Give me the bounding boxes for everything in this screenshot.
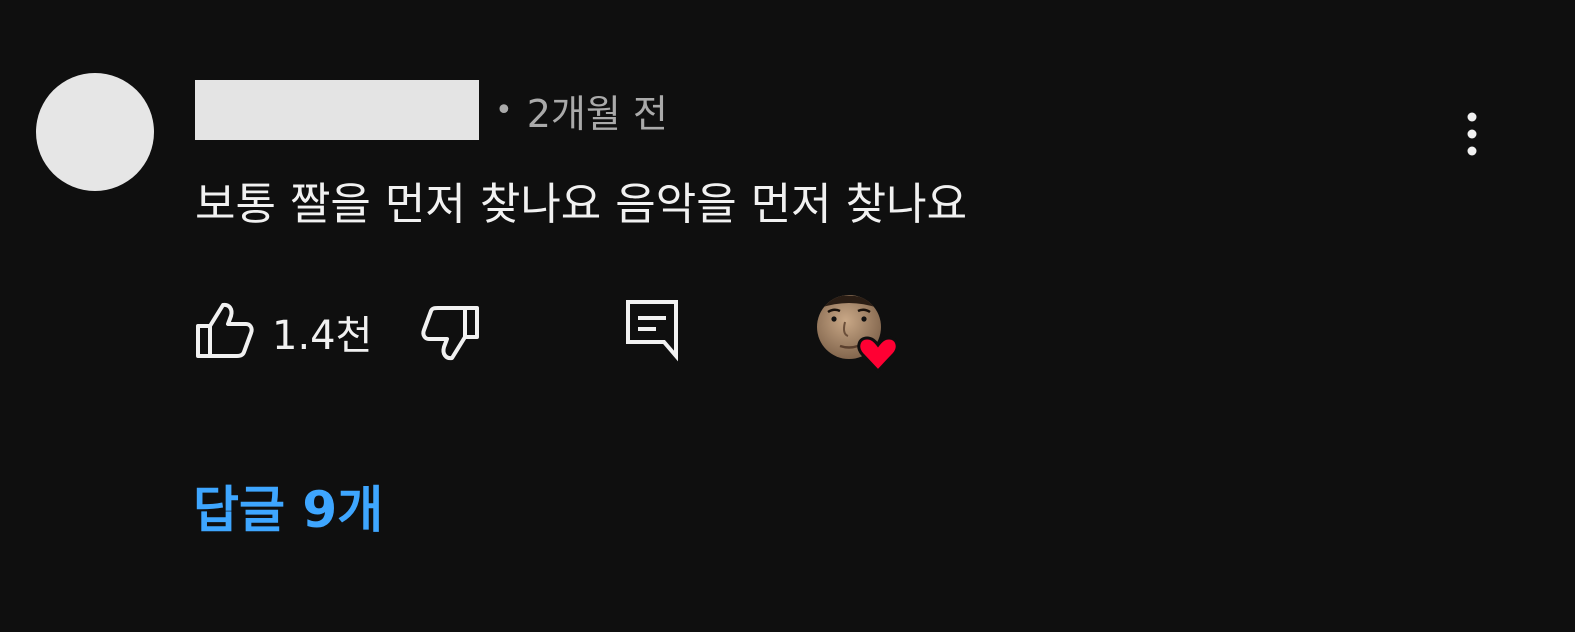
like-button[interactable] bbox=[193, 300, 255, 360]
thumbs-down-icon bbox=[421, 306, 479, 361]
view-replies-button[interactable]: 답글 9개 bbox=[193, 470, 383, 542]
comment-thread: • 2개월 전 보통 짤을 먼저 찾나요 음악을 먼저 찾나요 1.4천 답글 … bbox=[0, 0, 1575, 632]
comment-text: 보통 짤을 먼저 찾나요 음악을 먼저 찾나요 bbox=[195, 179, 968, 230]
comment-header: • 2개월 전 bbox=[195, 80, 668, 140]
dislike-button[interactable] bbox=[420, 304, 482, 364]
thumbs-up-icon bbox=[196, 302, 254, 358]
comment-timestamp[interactable]: 2개월 전 bbox=[527, 83, 668, 138]
avatar[interactable] bbox=[36, 73, 154, 191]
more-options-button[interactable] bbox=[1452, 105, 1492, 165]
creator-heart-icon bbox=[817, 295, 899, 374]
author-name[interactable] bbox=[195, 80, 479, 140]
like-count: 1.4천 bbox=[272, 313, 373, 359]
vertical-ellipsis-icon bbox=[1467, 112, 1477, 156]
header-separator: • bbox=[495, 92, 513, 128]
reply-comment-icon bbox=[626, 300, 678, 362]
creator-heart-badge bbox=[812, 294, 904, 374]
reply-button[interactable] bbox=[624, 298, 680, 362]
